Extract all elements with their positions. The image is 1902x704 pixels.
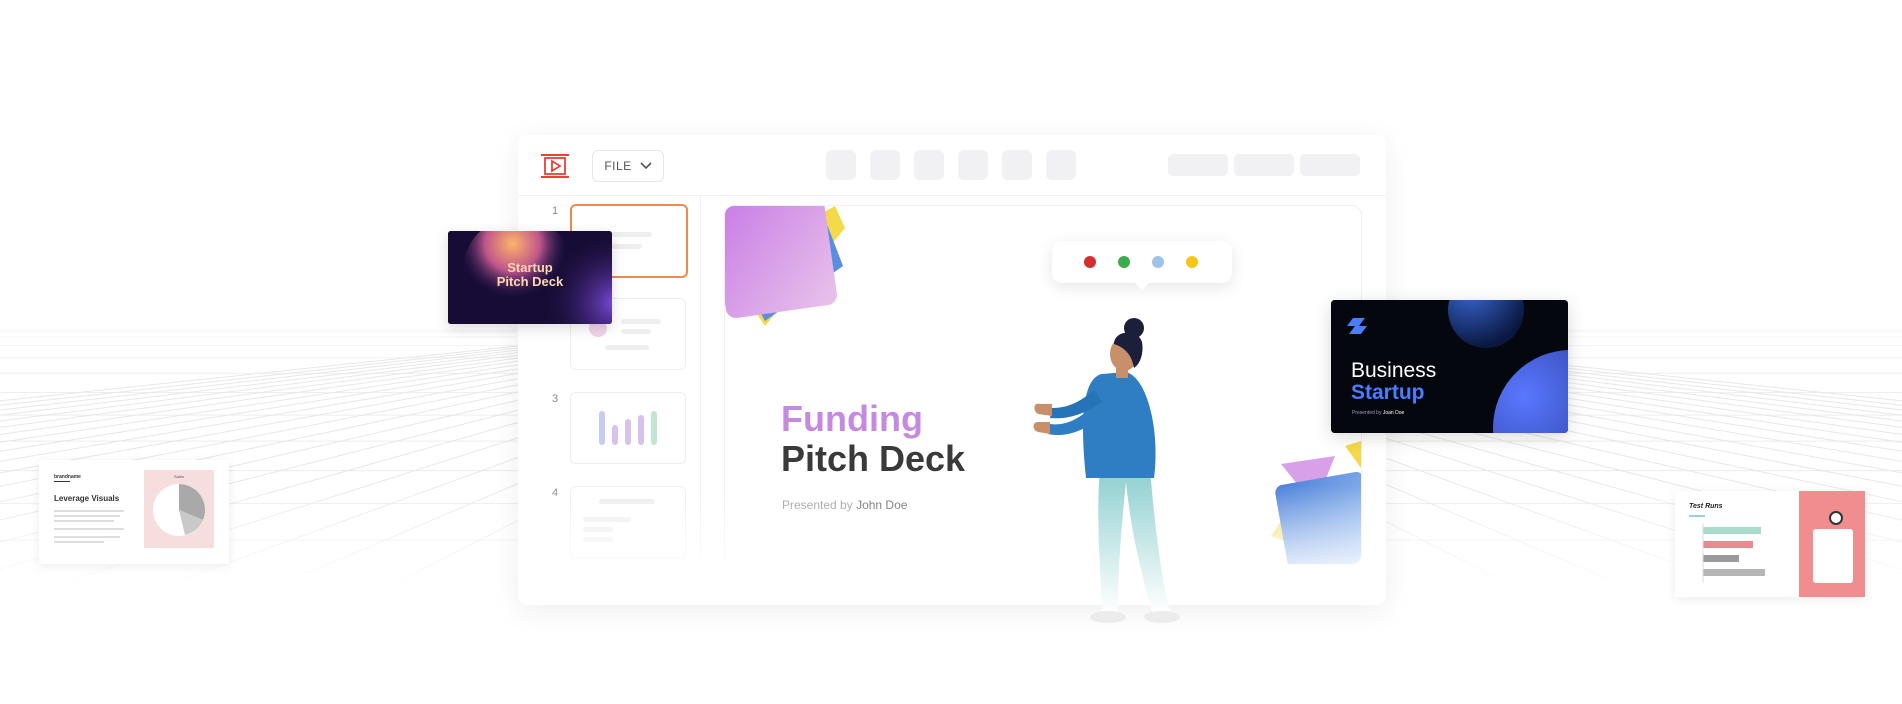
presented-by-label: Presented by [1352,410,1382,416]
placeholder-line [54,541,104,543]
placeholder-line [612,244,642,249]
slide-presenter: Presented by John Doe [782,498,907,512]
placeholder-line [583,537,613,542]
placeholder-bar [625,419,631,445]
placeholder-line [1689,515,1705,517]
placeholder-line [54,520,114,522]
card-runs-title: Test Runs [1689,503,1723,510]
toolbar-tool-button[interactable] [870,150,900,180]
color-swatch-red[interactable] [1084,256,1096,268]
color-swatch-lightblue[interactable] [1152,256,1164,268]
card-business-presenter: Presented by Joan Doe [1352,410,1404,416]
placeholder-line [599,499,655,504]
placeholder-line [54,528,124,530]
slide-number: 3 [552,393,559,405]
placeholder-line [54,510,124,512]
placeholder-line [54,536,120,538]
card-startup-line2: Pitch Deck [496,274,564,289]
card-business-line1: Business [1351,359,1437,382]
slide-title-line2: Pitch Deck [781,438,966,479]
toolbar-tool-button[interactable] [914,150,944,180]
placeholder-line [621,329,651,334]
toolbar-tool-button[interactable] [958,150,988,180]
note-card [1813,529,1853,583]
brand-underline [54,481,70,482]
card-visuals-title: Leverage Visuals [54,494,120,503]
toolbar-tool-button[interactable] [1002,150,1032,180]
bar-chart-icon [1702,523,1765,583]
card-visuals-chart-title: Sales [173,474,184,479]
presenter-name: John Doe [856,498,908,512]
pie-chart-icon [153,484,205,536]
placeholder-bar [612,425,618,445]
color-swatch-green[interactable] [1118,256,1130,268]
presenter-name: Joan Doe [1382,410,1405,416]
placeholder-bar [599,411,605,445]
file-menu-button[interactable]: FILE [592,150,664,182]
placeholder-bar [638,415,644,445]
placeholder-line [54,515,120,517]
card-visuals-brand: brandname [54,474,81,480]
placeholder-line [605,345,649,350]
placeholder-line [583,517,631,522]
color-picker-popover [1052,241,1232,290]
card-startup-line1: Startup [507,260,553,275]
template-card-visuals[interactable]: brandname Leverage Visuals Sales [39,460,229,564]
slide-thumbnail-3[interactable] [570,392,686,464]
placeholder-bar [651,411,657,445]
template-card-startup[interactable]: Startup Pitch Deck [448,231,612,324]
file-menu-label: FILE [604,159,632,173]
template-card-test-runs[interactable]: Test Runs [1675,491,1865,597]
presentation-app-window: FILE 1 3 4 Funding Pitch Deck Presented … [518,135,1386,605]
popover-pointer-icon [1134,282,1150,290]
card-runs-side-panel [1799,491,1865,597]
toolbar-action-button[interactable] [1168,154,1228,176]
slide-number: 1 [552,205,559,217]
card-business-line2: Startup [1351,381,1425,404]
slide-title-line1: Funding [781,398,923,439]
card-visuals-chart-panel: Sales [144,470,214,548]
slide-number: 4 [552,487,559,499]
placeholder-line [621,319,661,324]
chevron-down-icon [640,162,652,170]
toolbar-action-button[interactable] [1300,154,1360,176]
app-logo-icon [541,154,569,178]
placeholder-line [583,527,613,532]
toolbar-tool-button[interactable] [1046,150,1076,180]
color-swatch-yellow[interactable] [1186,256,1198,268]
toolbar-tool-button[interactable] [826,150,856,180]
presenter-illustration [1033,318,1180,623]
presented-by-label: Presented by [782,498,853,512]
toolbar-action-button[interactable] [1234,154,1294,176]
magnifier-icon [1829,511,1843,525]
toolbar: FILE [518,135,1386,196]
template-card-business[interactable]: Business Startup Presented by Joan Doe [1331,300,1568,433]
slide-thumbnail-4[interactable] [570,486,686,558]
